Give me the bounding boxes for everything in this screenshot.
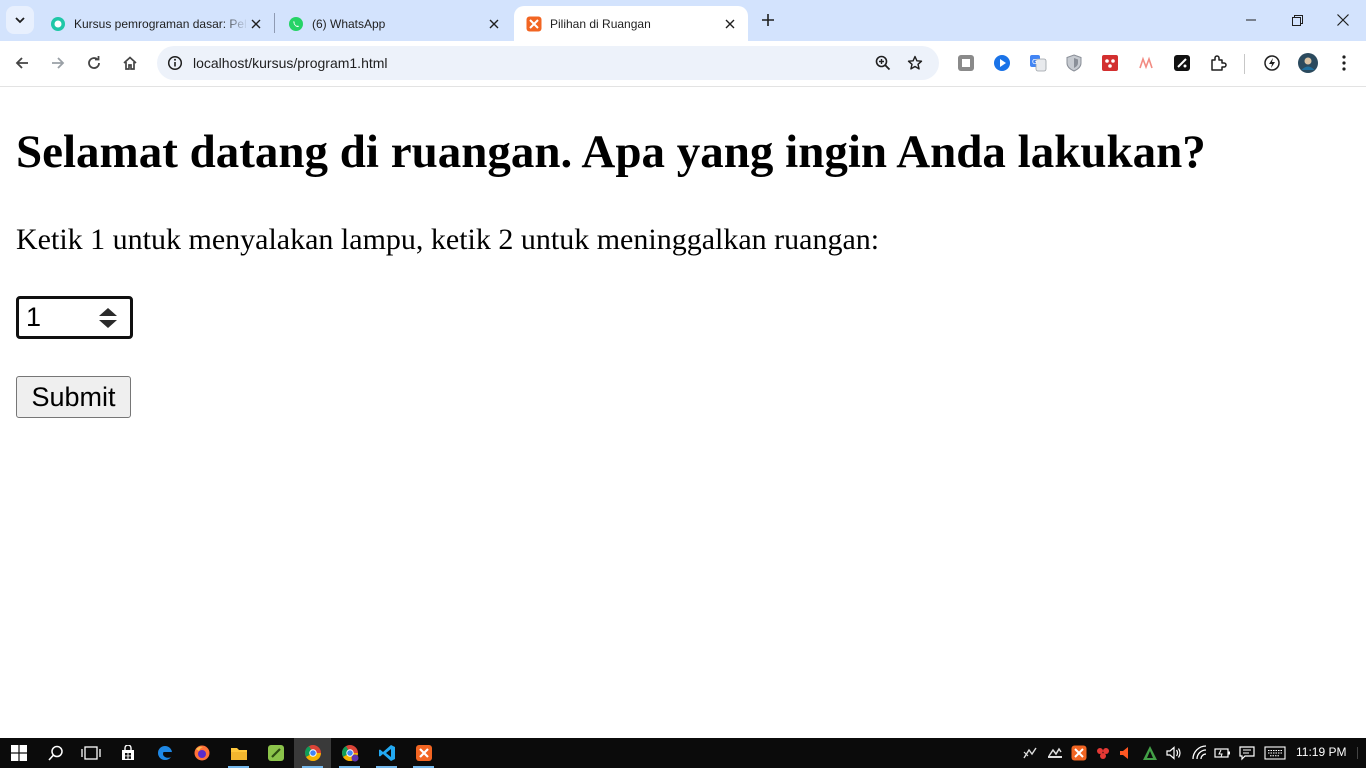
tab-pilihan-ruangan[interactable]: Pilihan di Ruangan xyxy=(514,6,748,41)
restore-icon xyxy=(1291,14,1303,26)
clock[interactable]: 11:19 PM xyxy=(1296,745,1346,759)
windows-start-icon[interactable] xyxy=(0,738,37,768)
tab-separator xyxy=(274,13,275,33)
speaker-alert-icon[interactable] xyxy=(1114,738,1138,768)
address-bar[interactable]: localhost/kursus/program1.html xyxy=(157,46,939,80)
tab-whatsapp[interactable]: (6) WhatsApp xyxy=(276,6,512,41)
input-value: 1 xyxy=(26,302,42,332)
close-icon[interactable] xyxy=(486,16,502,32)
zoom-in-icon xyxy=(875,55,891,71)
info-icon xyxy=(167,55,183,71)
extensions-puzzle-icon[interactable] xyxy=(1208,53,1228,73)
close-icon[interactable] xyxy=(248,16,264,32)
keyboard-icon[interactable] xyxy=(1262,738,1288,768)
submit-button[interactable]: Submit xyxy=(16,376,131,418)
google-translate-icon[interactable]: G xyxy=(1028,53,1048,73)
zoom-button[interactable] xyxy=(871,51,895,75)
notepad-plus-icon[interactable] xyxy=(257,738,294,768)
windows-taskbar: 11:19 PM xyxy=(0,738,1366,768)
bookmark-button[interactable] xyxy=(903,51,927,75)
wifi-icon[interactable] xyxy=(1188,738,1212,768)
close-icon[interactable] xyxy=(722,16,738,32)
vscode-icon[interactable] xyxy=(368,738,405,768)
spinner-arrows-icon[interactable] xyxy=(97,305,119,331)
performance-icon[interactable] xyxy=(1262,53,1282,73)
choice-number-input[interactable]: 1 xyxy=(16,296,133,339)
volume-icon[interactable] xyxy=(1162,738,1186,768)
tray-app-icon[interactable] xyxy=(1091,738,1115,768)
extension-icon[interactable] xyxy=(1172,53,1192,73)
chevron-down-icon xyxy=(15,17,25,24)
avatar[interactable] xyxy=(1298,53,1318,73)
reload-icon xyxy=(88,56,100,69)
restore-button[interactable] xyxy=(1274,0,1320,40)
task-view-icon[interactable] xyxy=(72,738,109,768)
menu-button[interactable] xyxy=(1334,53,1354,73)
firefox-icon[interactable] xyxy=(183,738,220,768)
course-app-icon xyxy=(50,16,66,32)
svg-text:G: G xyxy=(1032,58,1037,66)
toolbar-separator xyxy=(1244,54,1245,74)
page-content: Selamat datang di ruangan. Apa yang ingi… xyxy=(0,87,1366,738)
close-window-button[interactable] xyxy=(1320,0,1366,40)
tab-title: (6) WhatsApp xyxy=(312,16,386,31)
whatsapp-icon xyxy=(288,16,304,32)
minimize-icon xyxy=(1246,19,1256,21)
tab-title: Kursus pemrograman dasar: Pel xyxy=(74,16,247,31)
tab-strip: Kursus pemrograman dasar: Pel (6) WhatsA… xyxy=(0,0,1366,41)
extension-icon[interactable] xyxy=(956,53,976,73)
chrome-profile-icon[interactable] xyxy=(331,738,368,768)
reload-button[interactable] xyxy=(80,49,108,77)
home-button[interactable] xyxy=(116,49,144,77)
new-tab-button[interactable] xyxy=(757,9,779,31)
more-vert-icon xyxy=(1342,55,1346,71)
forward-button[interactable] xyxy=(44,49,72,77)
tray-network-activity-icon[interactable] xyxy=(1018,738,1042,768)
minimize-button[interactable] xyxy=(1228,0,1274,40)
back-button[interactable] xyxy=(8,49,36,77)
star-icon xyxy=(907,55,923,70)
arrow-right-icon xyxy=(52,57,65,69)
arrow-left-icon xyxy=(15,57,28,69)
chrome-icon[interactable] xyxy=(294,738,331,768)
extension-icon[interactable] xyxy=(1100,53,1120,73)
page-title: Selamat datang di ruangan. Apa yang ingi… xyxy=(16,126,1206,178)
browser-toolbar: localhost/kursus/program1.html G xyxy=(0,41,1366,87)
xampp-icon[interactable] xyxy=(1067,738,1091,768)
extension-icon[interactable] xyxy=(1136,53,1156,73)
home-icon xyxy=(123,56,137,70)
tray-app-icon[interactable] xyxy=(1138,738,1162,768)
tray-app-icon[interactable] xyxy=(1043,738,1067,768)
search-icon[interactable] xyxy=(37,738,74,768)
store-icon[interactable] xyxy=(109,738,146,768)
xampp-icon[interactable] xyxy=(405,738,442,768)
tab-title: Pilihan di Ruangan xyxy=(550,16,651,31)
close-icon xyxy=(1337,14,1349,26)
tab-search-button[interactable] xyxy=(6,6,34,34)
tab-kursus[interactable]: Kursus pemrograman dasar: Pel xyxy=(38,6,274,41)
url-text[interactable]: localhost/kursus/program1.html xyxy=(193,55,388,71)
instruction-text: Ketik 1 untuk menyalakan lampu, ketik 2 … xyxy=(16,223,880,256)
action-center-icon[interactable] xyxy=(1350,738,1366,768)
battery-icon[interactable] xyxy=(1211,738,1235,768)
extension-icon[interactable] xyxy=(992,53,1012,73)
notification-message-icon[interactable] xyxy=(1235,738,1259,768)
edge-icon[interactable] xyxy=(146,738,183,768)
shield-icon[interactable] xyxy=(1064,53,1084,73)
xampp-icon xyxy=(526,16,542,32)
file-explorer-icon[interactable] xyxy=(220,738,257,768)
plus-icon xyxy=(762,14,774,26)
site-info-button[interactable] xyxy=(163,51,187,75)
